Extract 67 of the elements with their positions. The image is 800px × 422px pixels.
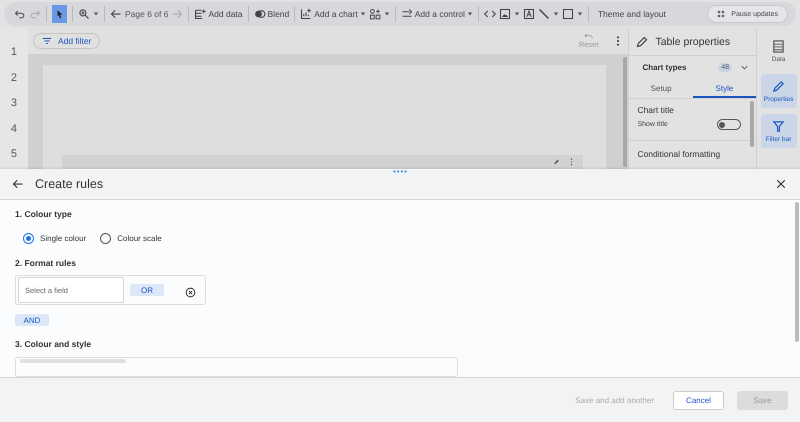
section-heading: 1. Colour type bbox=[15, 209, 72, 219]
blend-button[interactable]: Blend bbox=[254, 8, 290, 20]
add-data-icon bbox=[194, 8, 206, 20]
close-icon[interactable] bbox=[775, 178, 787, 190]
table-icon bbox=[772, 40, 786, 52]
caret-icon[interactable] bbox=[576, 11, 583, 17]
remove-icon[interactable] bbox=[185, 286, 196, 298]
undo-icon bbox=[584, 33, 594, 40]
drag-handle-icon[interactable] bbox=[393, 170, 407, 173]
add-filter-button[interactable]: Add filter bbox=[32, 33, 100, 49]
blend-icon bbox=[254, 8, 266, 20]
row-number: 4 bbox=[10, 122, 18, 136]
components-icon[interactable] bbox=[368, 8, 381, 20]
filter-icon bbox=[772, 120, 786, 132]
theme-and-layout-button[interactable]: Theme and layout bbox=[598, 9, 666, 19]
caret-icon[interactable] bbox=[384, 11, 390, 17]
pencil-icon bbox=[772, 80, 786, 92]
section-heading: Chart title bbox=[637, 105, 675, 115]
radio-option[interactable]: Colour scale bbox=[100, 233, 162, 244]
caret-icon[interactable] bbox=[514, 11, 520, 17]
row-number: 1 bbox=[10, 45, 18, 60]
scrollbar[interactable] bbox=[623, 57, 628, 167]
more-options-icon[interactable] bbox=[616, 36, 620, 46]
zoom-icon[interactable] bbox=[78, 8, 90, 20]
scrollbar[interactable] bbox=[795, 202, 799, 342]
back-arrow-icon[interactable] bbox=[12, 178, 24, 190]
add-chart-button[interactable]: Add a chart bbox=[300, 8, 366, 20]
scrollbar[interactable] bbox=[750, 101, 754, 147]
panel-tab[interactable]: Setup bbox=[629, 78, 693, 98]
image-icon[interactable] bbox=[498, 8, 511, 20]
back-arrow-icon[interactable] bbox=[110, 8, 122, 20]
pause-icon bbox=[717, 10, 726, 18]
filter-icon bbox=[42, 36, 52, 46]
footer-button[interactable]: Cancel bbox=[673, 390, 724, 410]
section-heading: 2. Format rules bbox=[15, 258, 76, 268]
caret-icon bbox=[466, 11, 473, 17]
or-button[interactable]: OR bbox=[130, 284, 164, 296]
caret-icon[interactable] bbox=[93, 11, 99, 17]
section-heading: Conditional formatting bbox=[637, 149, 722, 159]
style-field[interactable] bbox=[20, 359, 126, 363]
chart-icon bbox=[300, 8, 312, 20]
and-button[interactable]: AND bbox=[15, 314, 49, 326]
row-number: 3 bbox=[10, 96, 18, 111]
pencil-icon[interactable] bbox=[553, 158, 560, 166]
pointer-icon bbox=[54, 9, 64, 19]
add-control-button[interactable]: Add a control bbox=[400, 8, 473, 20]
control-icon bbox=[400, 8, 413, 20]
code-icon[interactable] bbox=[484, 8, 496, 20]
caret-icon bbox=[360, 11, 366, 17]
rectangle-icon[interactable] bbox=[562, 8, 574, 20]
pencil-icon bbox=[636, 36, 648, 48]
row-number: 2 bbox=[10, 70, 18, 86]
chart-types-label: Chart types bbox=[642, 62, 688, 72]
text-box-icon[interactable] bbox=[522, 8, 535, 20]
line-icon[interactable] bbox=[538, 8, 550, 20]
dialog-title: Create rules bbox=[35, 177, 104, 191]
radio-option[interactable]: Single colour bbox=[23, 233, 86, 244]
show-title-toggle[interactable] bbox=[717, 119, 742, 130]
caret-icon[interactable] bbox=[552, 11, 559, 17]
page-indicator: Page 6 of 6 bbox=[125, 9, 168, 19]
panel-title: Table properties bbox=[655, 36, 730, 48]
add-data-button[interactable]: Add data bbox=[194, 8, 243, 20]
row-number: 5 bbox=[10, 147, 18, 162]
section-heading: 3. Colour and style bbox=[15, 339, 92, 349]
chevron-down-icon[interactable] bbox=[741, 64, 748, 70]
undo-icon[interactable] bbox=[14, 8, 26, 20]
select-tool-button[interactable] bbox=[52, 5, 67, 23]
